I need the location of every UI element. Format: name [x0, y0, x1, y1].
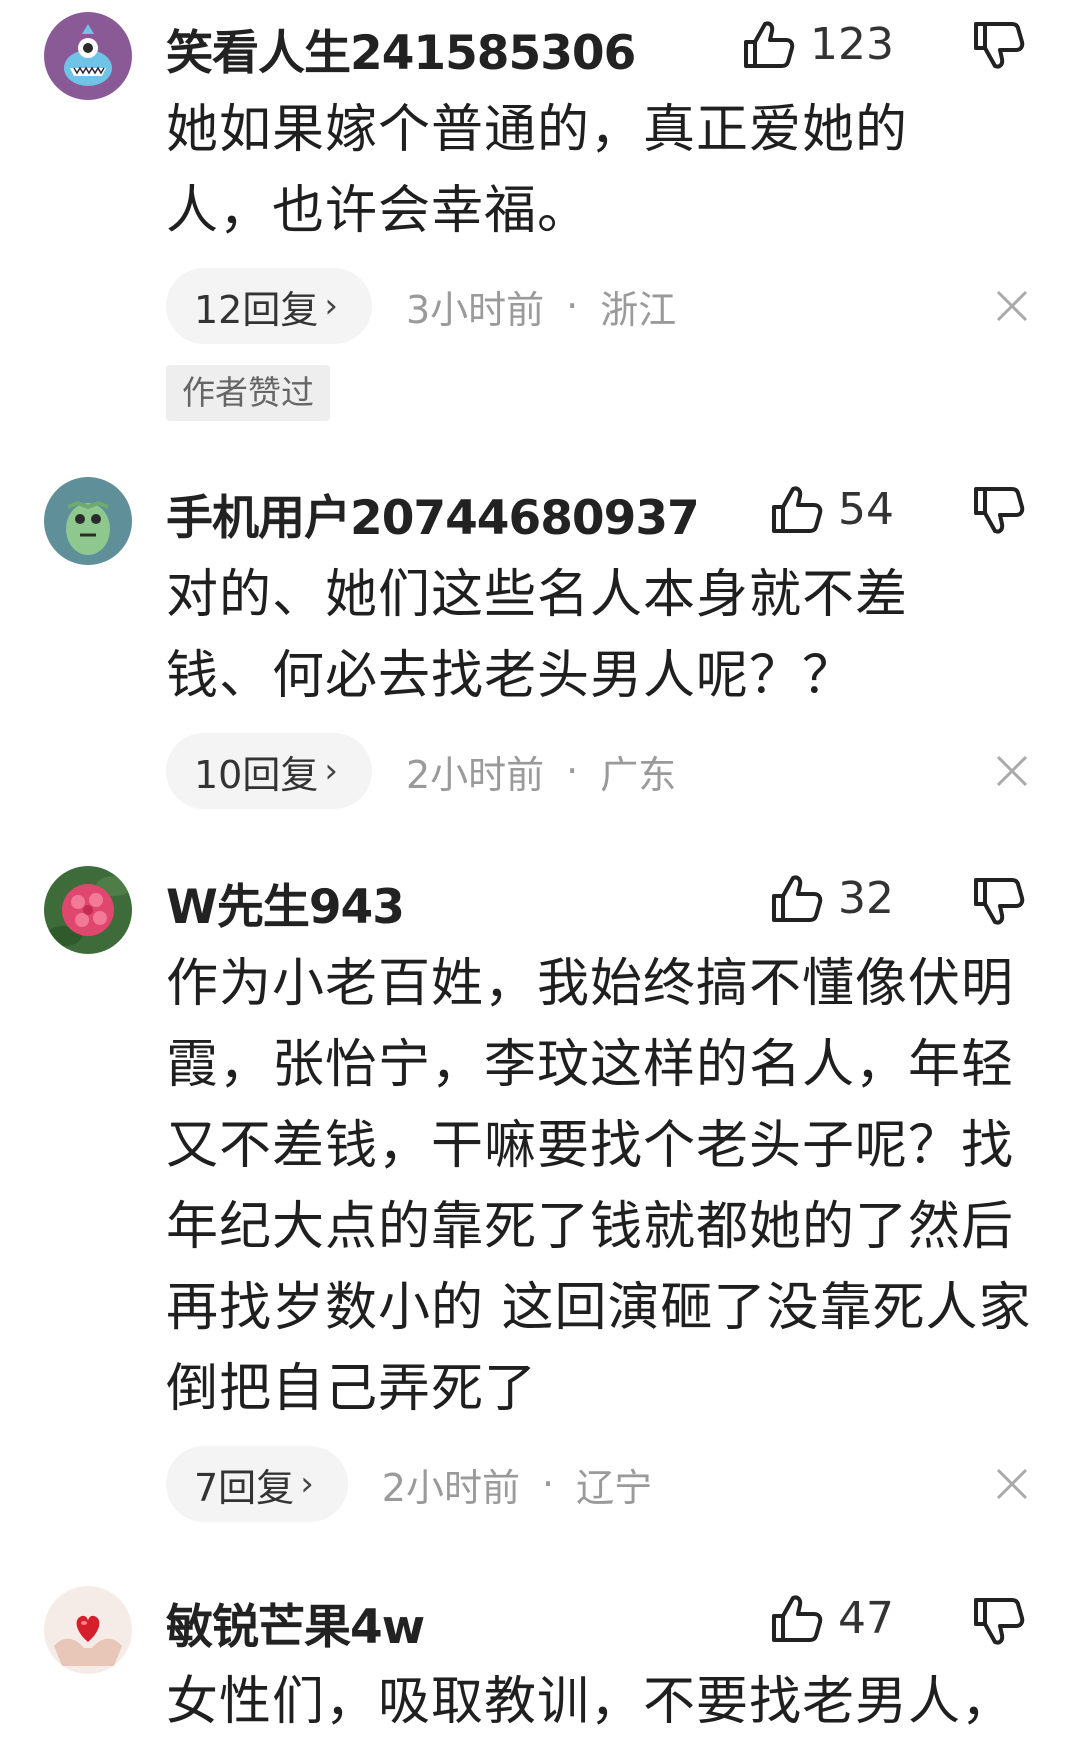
separator: · — [566, 749, 579, 793]
comment-text: 对的、她们这些名人本身就不差钱、何必去找老头男人呢？？ — [166, 565, 909, 706]
thumbs-down-icon[interactable] — [970, 18, 1026, 74]
avatar[interactable] — [44, 12, 132, 100]
like-button[interactable]: 54 — [768, 479, 894, 539]
replies-button[interactable]: 7回复 › — [166, 1446, 348, 1522]
username[interactable]: 笑看人生241585306 — [166, 14, 636, 83]
like-count: 47 — [838, 1592, 894, 1644]
thumbs-up-icon — [772, 1595, 823, 1642]
comment-item: W先生943 32 作为小老百姓，我始终搞不懂像伏明霞，张怡宁，李玟这样的名人，… — [0, 862, 1079, 1522]
close-icon[interactable] — [994, 288, 1030, 324]
comment-item: 笑看人生241585306 123 她如果嫁个普通的，真正爱她的人，也许会幸福。… — [0, 10, 1079, 421]
close-icon[interactable] — [994, 1466, 1030, 1502]
region: 浙江 — [600, 287, 677, 332]
thumbs-up-icon — [744, 21, 795, 68]
comment-item: 手机用户20744680937 54 对的、她们这些名人本身就不差钱、何必去找老… — [0, 475, 1079, 815]
like-button[interactable]: 123 — [740, 14, 894, 74]
like-count: 123 — [810, 18, 894, 70]
timestamp: 2小时前 — [381, 1465, 520, 1510]
thumbs-down-icon[interactable] — [970, 874, 1026, 930]
comment-item: 敏锐芒果4w 47 女性们，吸取教训，不要找老男人， — [0, 1582, 1079, 1739]
pink-flower-avatar-icon — [44, 866, 132, 954]
author-liked-badge: 作者赞过 — [166, 365, 330, 421]
thumbs-up-icon — [772, 486, 823, 533]
replies-button[interactable]: 12回复 › — [166, 268, 372, 344]
comment-meta: 7回复 › 2小时前 · 辽宁 — [166, 1446, 652, 1522]
replies-count: 10回复 — [194, 752, 319, 797]
username[interactable]: 敏锐芒果4w — [166, 1588, 425, 1657]
username[interactable]: W先生943 — [166, 868, 405, 937]
separator: · — [566, 284, 579, 328]
region: 广东 — [600, 752, 677, 797]
comment-text: 她如果嫁个普通的，真正爱她的人，也许会幸福。 — [166, 100, 909, 241]
timestamp: 3小时前 — [405, 287, 545, 332]
like-count: 32 — [838, 872, 894, 924]
like-count: 54 — [838, 483, 894, 535]
thumbs-down-icon[interactable] — [970, 483, 1026, 539]
like-button[interactable]: 47 — [768, 1588, 894, 1648]
chevron-right-icon: › — [324, 751, 338, 791]
comment-text: 作为小老百姓，我始终搞不懂像伏明霞，张怡宁，李玟这样的名人，年轻又不差钱，干嘛要… — [166, 954, 1032, 1419]
timestamp: 2小时前 — [405, 752, 545, 797]
comment-text: 女性们，吸取教训，不要找老男人， — [166, 1672, 1015, 1732]
username[interactable]: 手机用户20744680937 — [166, 479, 700, 548]
replies-button[interactable]: 10回复 › — [166, 733, 372, 809]
chevron-right-icon: › — [300, 1464, 314, 1504]
avatar[interactable] — [44, 866, 132, 954]
separator: · — [541, 1462, 555, 1506]
like-button[interactable]: 32 — [768, 868, 894, 928]
comment-meta: 10回复 › 2小时前 · 广东 — [166, 733, 676, 809]
comment-meta: 12回复 › 3小时前 · 浙江 — [166, 268, 676, 344]
avatar[interactable] — [44, 1586, 132, 1674]
thumbs-up-icon — [772, 875, 823, 922]
chevron-right-icon: › — [324, 286, 338, 326]
region: 辽宁 — [576, 1465, 653, 1510]
close-icon[interactable] — [994, 753, 1030, 789]
replies-count: 12回复 — [194, 287, 319, 332]
heart-in-hands-avatar-icon — [44, 1586, 132, 1674]
replies-count: 7回复 — [194, 1465, 295, 1510]
cartoon-monster-avatar-icon — [44, 12, 132, 100]
thumbs-down-icon[interactable] — [970, 1594, 1026, 1650]
avatar[interactable] — [44, 477, 132, 565]
green-creature-avatar-icon — [44, 477, 132, 565]
